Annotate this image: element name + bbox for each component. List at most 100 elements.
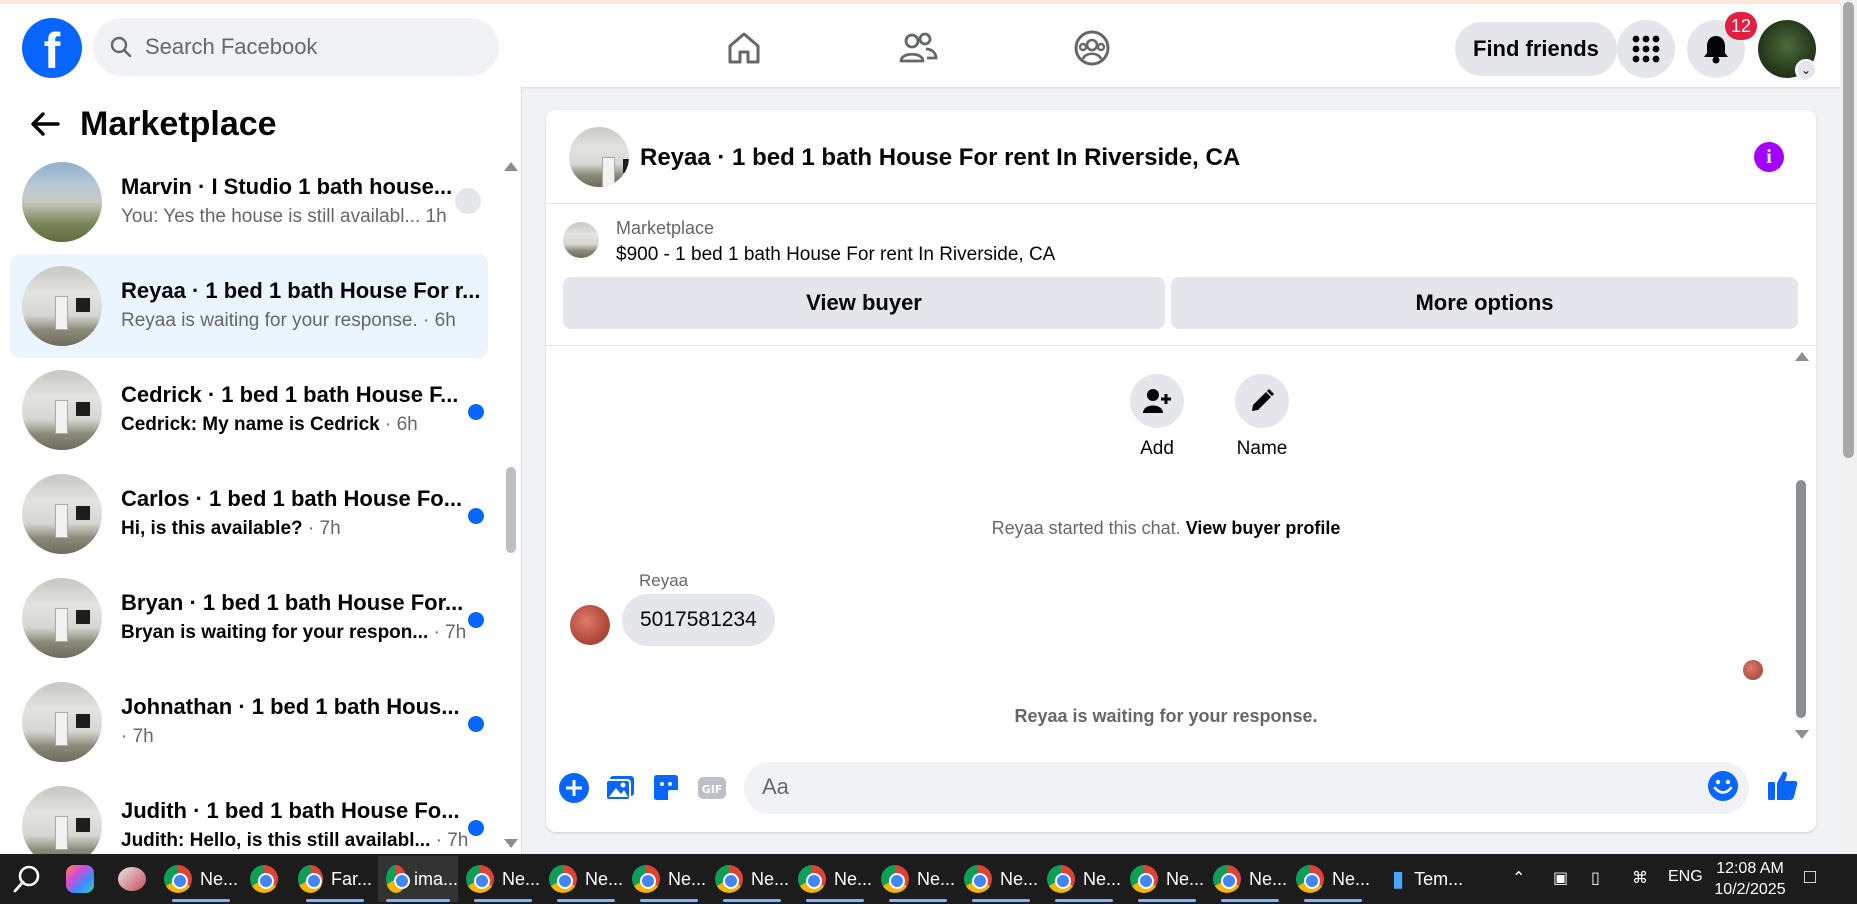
conversation-title: Johnathan · 1 bed 1 bath Hous... bbox=[121, 694, 460, 719]
find-friends-button[interactable]: Find friends bbox=[1455, 22, 1617, 76]
taskbar-chrome-window[interactable]: Ne... bbox=[632, 856, 706, 902]
taskbar-chrome-window[interactable]: Ne... bbox=[1047, 856, 1121, 902]
chat-title[interactable]: Reyaa · 1 bed 1 bath House For rent In R… bbox=[640, 144, 1240, 172]
marketplace-inbox: Marketplace Marvin · I Studio 1 bath hou… bbox=[0, 87, 522, 854]
gif-icon[interactable]: GIF bbox=[696, 772, 728, 804]
notification-center-icon[interactable]: □ bbox=[1804, 866, 1816, 889]
chat-scrollbar[interactable] bbox=[1796, 480, 1806, 718]
listing-thumbnail bbox=[563, 222, 599, 258]
taskbar-chrome-window[interactable]: Far... bbox=[298, 856, 372, 902]
search-box[interactable] bbox=[93, 18, 499, 76]
taskbar-chrome-window[interactable] bbox=[250, 856, 290, 902]
top-navigation-bar: f Find friends 12 ⌄ bbox=[0, 0, 1840, 87]
message-input-box[interactable] bbox=[744, 762, 1749, 814]
photo-icon[interactable] bbox=[604, 772, 636, 804]
taskbar-chrome-window[interactable]: Ne... bbox=[798, 856, 872, 902]
conversation-preview: · 7h bbox=[121, 726, 154, 747]
conversation-item[interactable]: Bryan · 1 bed 1 bath House For... Bryan … bbox=[10, 566, 488, 670]
scroll-down-arrow-icon[interactable] bbox=[504, 839, 518, 848]
notification-badge: 12 bbox=[1725, 12, 1758, 40]
sticker-icon[interactable] bbox=[650, 772, 682, 804]
pencil-icon bbox=[1252, 388, 1275, 411]
conversation-item[interactable]: Carlos · 1 bed 1 bath House Fo... Hi, is… bbox=[10, 462, 488, 566]
meet-icon[interactable]: ▣ bbox=[1553, 868, 1568, 888]
home-icon[interactable] bbox=[724, 28, 764, 68]
facebook-logo[interactable]: f bbox=[22, 18, 82, 78]
conversation-item[interactable]: Johnathan · 1 bed 1 bath Hous... · 7h bbox=[10, 670, 488, 774]
message-bubble[interactable]: 5017581234 bbox=[622, 594, 775, 646]
sidebar-scrollbar[interactable] bbox=[506, 467, 516, 553]
listing-thumbnail[interactable] bbox=[569, 127, 629, 187]
taskbar-chrome-window[interactable]: Ne... bbox=[549, 856, 623, 902]
app-icon[interactable] bbox=[118, 856, 156, 902]
taskbar-chrome-window[interactable]: Ne... bbox=[1130, 856, 1204, 902]
name-label: Name bbox=[1236, 438, 1288, 459]
language-indicator[interactable]: ENG bbox=[1668, 868, 1703, 886]
conversation-title: Marvin · I Studio 1 bath house... bbox=[121, 174, 453, 199]
apps-grid-icon bbox=[1632, 35, 1660, 63]
emoji-icon[interactable] bbox=[1707, 770, 1739, 802]
info-icon[interactable]: i bbox=[1754, 142, 1784, 172]
taskbar-chrome-window[interactable]: Ne... bbox=[964, 856, 1038, 902]
groups-icon[interactable] bbox=[1072, 28, 1112, 68]
scroll-down-arrow-icon[interactable] bbox=[1795, 730, 1809, 739]
view-buyer-profile-link[interactable]: View buyer profile bbox=[1186, 518, 1341, 538]
battery-icon[interactable]: ▯ bbox=[1591, 868, 1600, 888]
conversation-title: Judith · 1 bed 1 bath House Fo... bbox=[121, 798, 460, 823]
back-arrow-icon[interactable] bbox=[28, 107, 62, 141]
conversation-item[interactable]: Cedrick · 1 bed 1 bath House F... Cedric… bbox=[10, 358, 488, 462]
conversation-preview: Judith: Hello, is this still availabl...… bbox=[121, 830, 469, 851]
scroll-up-arrow-icon[interactable] bbox=[504, 162, 518, 171]
conversation-preview: Hi, is this available? · 7h bbox=[121, 518, 341, 539]
conversation-preview: Cedrick: My name is Cedrick · 6h bbox=[121, 414, 418, 435]
conversation-title: Cedrick · 1 bed 1 bath House F... bbox=[121, 382, 459, 407]
listing-thumbnail bbox=[22, 682, 102, 762]
conversation-item-active[interactable]: Reyaa · 1 bed 1 bath House For r... Reya… bbox=[10, 254, 488, 358]
search-icon bbox=[110, 36, 132, 58]
conversation-preview: Bryan is waiting for your respon... · 7h bbox=[121, 622, 467, 643]
unread-dot bbox=[468, 716, 484, 732]
conversation-preview: You: Yes the house is still availabl... … bbox=[121, 206, 447, 227]
name-button[interactable]: Name bbox=[1222, 374, 1302, 460]
unread-dot bbox=[468, 404, 484, 420]
message-input[interactable] bbox=[762, 774, 1662, 800]
listing-source-label: Marketplace bbox=[616, 218, 715, 238]
listing-card: Marketplace $900 - 1 bed 1 bath House Fo… bbox=[546, 204, 1816, 346]
like-icon[interactable] bbox=[1766, 768, 1800, 802]
chevron-down-icon[interactable]: ⌄ bbox=[1795, 59, 1817, 81]
taskbar-chrome-window[interactable]: Ne... bbox=[164, 856, 238, 902]
search-icon[interactable] bbox=[12, 864, 42, 894]
conversation-item[interactable]: Judith · 1 bed 1 bath House Fo... Judith… bbox=[10, 774, 488, 854]
search-input[interactable] bbox=[145, 34, 475, 60]
waiting-notice: Reyaa is waiting for your response. bbox=[1014, 706, 1318, 726]
bell-icon bbox=[1704, 36, 1728, 64]
listing-thumbnail bbox=[22, 474, 102, 554]
taskbar-chrome-window[interactable]: Ne... bbox=[715, 856, 789, 902]
taskbar-chrome-window-active[interactable]: ima... bbox=[378, 856, 458, 902]
view-buyer-button[interactable]: View buyer bbox=[563, 277, 1165, 329]
scroll-up-arrow-icon[interactable] bbox=[1795, 352, 1809, 361]
conversation-item[interactable]: Marvin · I Studio 1 bath house... You: Y… bbox=[10, 150, 488, 254]
plus-circle-icon[interactable] bbox=[558, 772, 590, 804]
clock[interactable]: 12:08 AM 10/2/2025 bbox=[1700, 858, 1800, 900]
friends-icon[interactable] bbox=[898, 28, 938, 68]
taskbar-chrome-window[interactable]: Ne... bbox=[881, 856, 955, 902]
menu-button[interactable] bbox=[1617, 20, 1675, 78]
page-scrollbar[interactable] bbox=[1843, 2, 1854, 458]
unread-dot bbox=[468, 820, 484, 836]
taskbar-chrome-window[interactable]: Ne... bbox=[1213, 856, 1287, 902]
unread-dot bbox=[468, 508, 484, 524]
sender-avatar[interactable] bbox=[570, 605, 610, 645]
chevron-up-icon[interactable]: ⌃ bbox=[1512, 868, 1525, 888]
listing-thumbnail bbox=[22, 370, 102, 450]
weather-widget[interactable]: ▮ Tem... bbox=[1392, 856, 1482, 902]
listing-thumbnail bbox=[22, 786, 102, 854]
listing-description[interactable]: $900 - 1 bed 1 bath House For rent In Ri… bbox=[616, 244, 1055, 266]
wifi-icon[interactable]: ⌘ bbox=[1632, 868, 1648, 888]
taskbar-chrome-window[interactable]: Ne... bbox=[466, 856, 540, 902]
add-button[interactable]: Add bbox=[1117, 374, 1197, 460]
copilot-icon[interactable] bbox=[66, 856, 104, 902]
taskbar-chrome-window[interactable]: Ne... bbox=[1296, 856, 1370, 902]
svg-text:GIF: GIF bbox=[702, 783, 723, 796]
more-options-button[interactable]: More options bbox=[1171, 277, 1798, 329]
